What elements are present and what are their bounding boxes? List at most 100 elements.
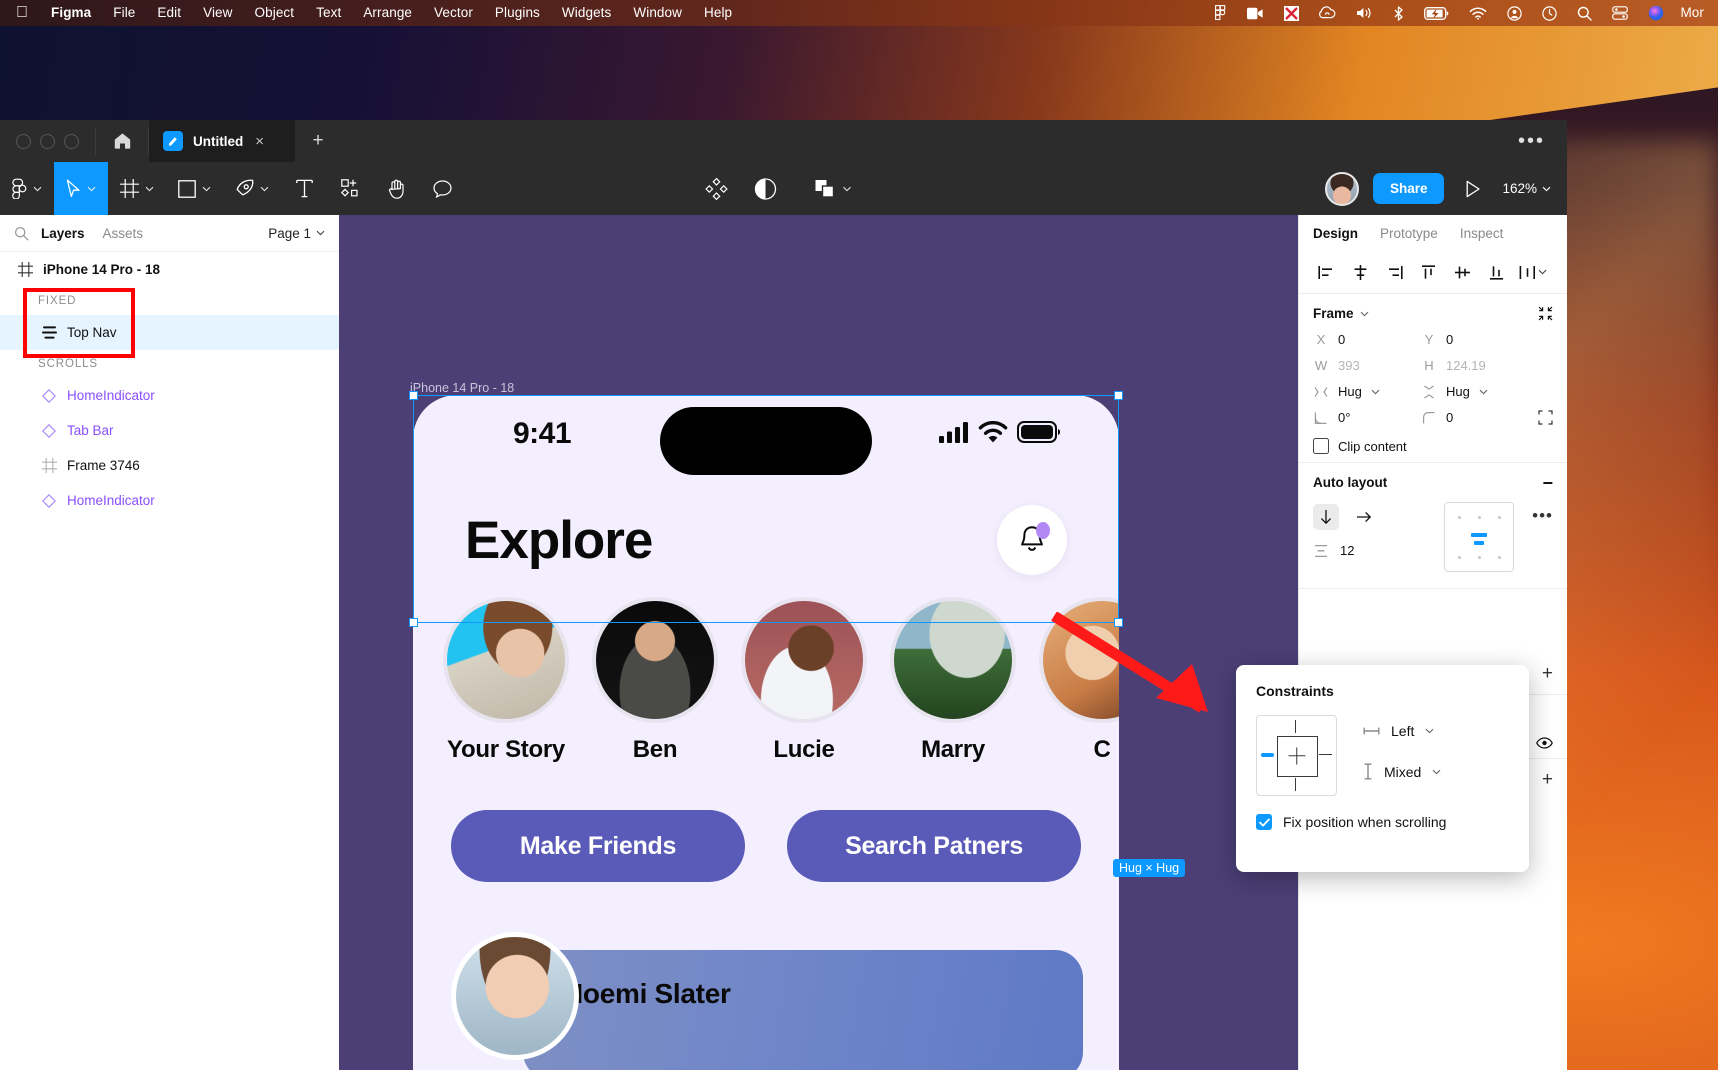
- eye-icon[interactable]: [1536, 736, 1553, 749]
- battery-charging-icon[interactable]: [1414, 6, 1459, 20]
- layer-item-top-nav[interactable]: Top Nav: [0, 315, 339, 350]
- story-item[interactable]: Marry: [890, 597, 1016, 764]
- add-fill-button[interactable]: +: [1542, 770, 1553, 789]
- profile-card[interactable]: Noemi Slater: [413, 932, 1119, 1070]
- layer-item-iphone-14-pro-18[interactable]: iPhone 14 Pro - 18: [0, 252, 339, 287]
- menu-vector[interactable]: Vector: [423, 0, 484, 26]
- remove-auto-layout-button[interactable]: −: [1542, 474, 1553, 492]
- menu-edit[interactable]: Edit: [146, 0, 192, 26]
- constraints-pad[interactable]: [1256, 715, 1337, 796]
- chevron-down-icon[interactable]: [87, 186, 96, 192]
- add-layout-grid-button[interactable]: +: [1542, 664, 1553, 683]
- horizontal-resizing-dropdown[interactable]: Hug: [1313, 384, 1421, 399]
- align-bottom-icon[interactable]: [1479, 257, 1513, 287]
- figma-main-menu-icon[interactable]: [0, 162, 54, 215]
- constraints-popover[interactable]: Constraints Left Mixed Fix position when…: [1236, 665, 1529, 872]
- menu-window[interactable]: Window: [622, 0, 693, 26]
- clip-content-row[interactable]: Clip content: [1313, 438, 1553, 454]
- frame-tool-icon[interactable]: [108, 162, 166, 215]
- present-play-icon[interactable]: [1458, 162, 1488, 215]
- pen-tool-icon[interactable]: [223, 162, 281, 215]
- clip-content-checkbox[interactable]: [1313, 438, 1329, 454]
- make-friends-button[interactable]: Make Friends: [451, 810, 745, 882]
- time-machine-icon[interactable]: [1532, 5, 1567, 21]
- wifi-icon[interactable]: [1459, 7, 1497, 20]
- dev-mode-icon[interactable]: [754, 162, 776, 215]
- vertical-resizing-dropdown[interactable]: Hug: [1421, 384, 1529, 399]
- adobe-creative-cloud-icon[interactable]: [1309, 6, 1346, 20]
- auto-layout-more-button[interactable]: •••: [1532, 506, 1553, 526]
- zoom-level-dropdown[interactable]: 162%: [1502, 181, 1551, 196]
- home-icon[interactable]: [96, 120, 148, 162]
- align-vertical-center-icon[interactable]: [1445, 257, 1479, 287]
- components-tool-icon[interactable]: [327, 162, 373, 215]
- menu-help[interactable]: Help: [693, 0, 743, 26]
- constraints-tick-top[interactable]: [1295, 720, 1297, 733]
- distribute-icon[interactable]: [1513, 257, 1553, 287]
- align-right-icon[interactable]: [1377, 257, 1411, 287]
- menu-arrange[interactable]: Arrange: [352, 0, 423, 26]
- window-traffic-lights[interactable]: [0, 120, 95, 162]
- align-left-icon[interactable]: [1309, 257, 1343, 287]
- control-center-icon[interactable]: [1497, 5, 1532, 21]
- story-avatar[interactable]: [741, 597, 867, 723]
- close-window-button[interactable]: [16, 133, 31, 149]
- rotation-field[interactable]: 0°: [1313, 410, 1421, 425]
- constraints-tick-bottom[interactable]: [1295, 778, 1297, 791]
- canvas-frame-label[interactable]: iPhone 14 Pro - 18: [410, 381, 514, 395]
- layer-item-frame-3746[interactable]: Frame 3746: [0, 448, 339, 483]
- move-tool-icon[interactable]: [54, 162, 108, 215]
- layer-item-homeindicator-1[interactable]: HomeIndicator: [0, 378, 339, 413]
- design-canvas[interactable]: iPhone 14 Pro - 18 9:41 Explore Your Sto…: [339, 215, 1299, 1070]
- tab-inspect[interactable]: Inspect: [1460, 226, 1504, 241]
- menu-view[interactable]: View: [192, 0, 243, 26]
- phone-mockup[interactable]: 9:41 Explore Your Story Ben Lucie Marry …: [413, 395, 1119, 1070]
- spotlight-search-icon[interactable]: [1567, 6, 1602, 21]
- constraints-tick-right[interactable]: [1319, 754, 1332, 756]
- tab-prototype[interactable]: Prototype: [1380, 226, 1438, 241]
- menu-file[interactable]: File: [102, 0, 146, 26]
- constraints-tick-left[interactable]: [1261, 753, 1274, 757]
- width-field[interactable]: W 393: [1313, 358, 1421, 373]
- story-avatar[interactable]: [890, 597, 1016, 723]
- search-icon[interactable]: [14, 226, 29, 241]
- story-avatar[interactable]: [1039, 597, 1119, 723]
- figma-menu-icon[interactable]: [1205, 5, 1236, 21]
- vertical-constraint-dropdown[interactable]: Mixed: [1363, 763, 1441, 780]
- menu-text[interactable]: Text: [305, 0, 352, 26]
- story-item[interactable]: Lucie: [741, 597, 867, 764]
- bluetooth-icon[interactable]: [1383, 5, 1414, 21]
- screen-record-icon[interactable]: [1236, 7, 1274, 20]
- tab-design[interactable]: Design: [1313, 226, 1358, 241]
- kaleidoscope-icon[interactable]: [1274, 5, 1309, 21]
- collapse-icon[interactable]: [1538, 306, 1553, 321]
- menu-overflow-label[interactable]: Mor: [1674, 0, 1710, 26]
- fix-position-row[interactable]: Fix position when scrolling: [1256, 814, 1509, 830]
- story-item[interactable]: Ben: [592, 597, 718, 764]
- share-button[interactable]: Share: [1372, 173, 1445, 204]
- layer-item-homeindicator-2[interactable]: HomeIndicator: [0, 483, 339, 518]
- chevron-down-icon[interactable]: [1360, 311, 1369, 317]
- chevron-down-icon[interactable]: [33, 186, 42, 192]
- y-field[interactable]: Y0: [1421, 332, 1529, 347]
- hand-tool-icon[interactable]: [373, 162, 419, 215]
- story-item[interactable]: C: [1039, 597, 1119, 764]
- corner-radius-field[interactable]: 0: [1421, 410, 1529, 425]
- chevron-down-icon[interactable]: [260, 186, 269, 192]
- comment-tool-icon[interactable]: [419, 162, 465, 215]
- text-tool-icon[interactable]: [281, 162, 327, 215]
- arrow-right-icon[interactable]: [1351, 504, 1377, 530]
- x-field[interactable]: X0: [1313, 332, 1421, 347]
- page-selector[interactable]: Page 1: [268, 226, 325, 241]
- apple-logo-icon[interactable]: : [14, 2, 40, 24]
- siri-icon[interactable]: [1638, 5, 1674, 21]
- tab-layers[interactable]: Layers: [41, 226, 85, 241]
- new-tab-button[interactable]: +: [295, 120, 341, 162]
- file-tab-untitled[interactable]: Untitled ×: [149, 120, 295, 162]
- height-field[interactable]: H 124.19: [1421, 358, 1529, 373]
- independent-corners-icon[interactable]: [1538, 410, 1553, 425]
- menu-figma[interactable]: Figma: [40, 0, 102, 26]
- story-avatar[interactable]: [592, 597, 718, 723]
- stage-manager-icon[interactable]: [1602, 6, 1638, 20]
- close-tab-icon[interactable]: ×: [253, 133, 266, 150]
